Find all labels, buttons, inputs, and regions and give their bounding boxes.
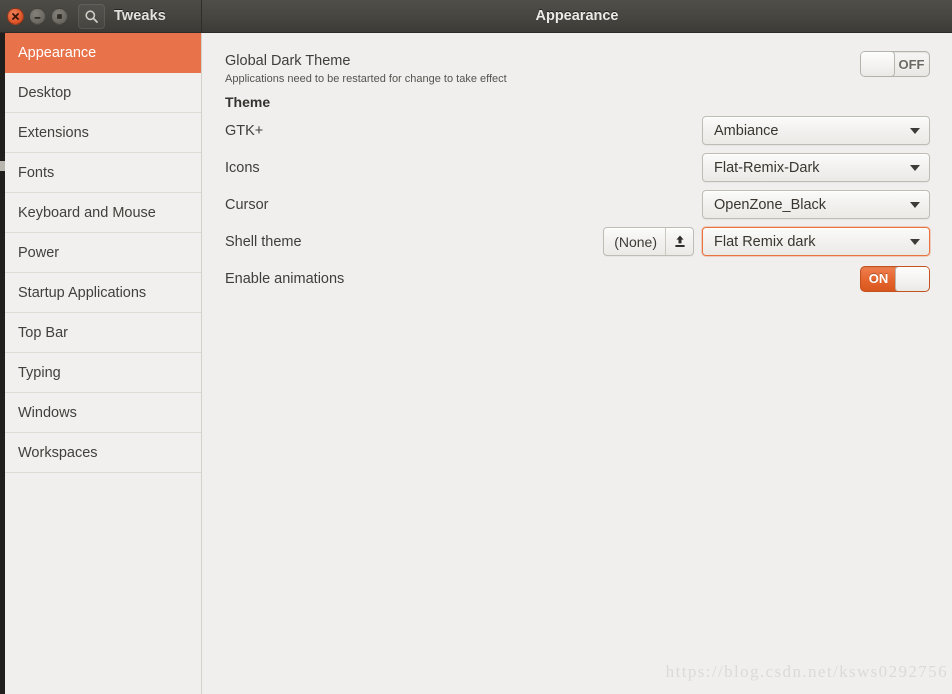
sidebar-item-label: Extensions	[18, 124, 89, 141]
shell-theme-row: Shell theme (None) Flat Remix dark	[225, 223, 930, 260]
sidebar-item-label: Top Bar	[18, 324, 68, 341]
sidebar-item-fonts[interactable]: Fonts	[5, 153, 201, 193]
cursor-theme-value: OpenZone_Black	[714, 196, 827, 213]
gtk-theme-row: GTK+ Ambiance	[225, 112, 930, 149]
sidebar-item-startup-applications[interactable]: Startup Applications	[5, 273, 201, 313]
icons-theme-dropdown[interactable]: Flat-Remix-Dark	[702, 153, 930, 182]
toggle-state-label: ON	[868, 271, 889, 286]
sidebar-item-desktop[interactable]: Desktop	[5, 73, 201, 113]
scrollbar-thumb[interactable]	[0, 161, 5, 171]
cursor-theme-row: Cursor OpenZone_Black	[225, 186, 930, 223]
sidebar-item-label: Desktop	[18, 84, 72, 101]
shell-theme-dropdown[interactable]: Flat Remix dark	[702, 227, 930, 256]
sidebar-item-extensions[interactable]: Extensions	[5, 113, 201, 153]
global-dark-theme-title: Global Dark Theme	[225, 53, 351, 69]
enable-animations-controls: ON	[860, 265, 930, 292]
sidebar-item-label: Windows	[18, 404, 77, 421]
global-dark-theme-row: Global Dark Theme Applications need to b…	[225, 51, 930, 87]
shell-theme-file-name: (None)	[614, 233, 657, 250]
shell-theme-label: Shell theme	[225, 233, 302, 250]
appearance-settings-panel: Global Dark Theme Applications need to b…	[202, 33, 952, 694]
sidebar-item-top-bar[interactable]: Top Bar	[5, 313, 201, 353]
search-button[interactable]	[78, 3, 105, 29]
sidebar-item-label: Appearance	[18, 44, 97, 61]
sidebar-item-workspaces[interactable]: Workspaces	[5, 433, 201, 473]
toggle-knob	[895, 266, 929, 291]
minimize-icon	[34, 16, 41, 19]
shell-theme-upload-button[interactable]	[666, 228, 693, 255]
sidebar-item-windows[interactable]: Windows	[5, 393, 201, 433]
enable-animations-toggle[interactable]: ON	[860, 265, 930, 292]
app-title: Tweaks	[114, 8, 166, 24]
shell-theme-file-chooser[interactable]: (None)	[603, 227, 694, 256]
search-icon	[85, 9, 98, 23]
shell-theme-controls: (None) Flat Remix dark	[603, 227, 930, 256]
tweaks-window: Tweaks Appearance Appearance Desktop Ext…	[0, 0, 952, 694]
chevron-down-icon	[910, 238, 920, 245]
global-dark-theme-description: Applications need to be restarted for ch…	[225, 73, 507, 85]
cursor-theme-controls: OpenZone_Black	[702, 190, 930, 219]
sidebar-item-label: Power	[18, 244, 60, 261]
watermark: https://blog.csdn.net/ksws0292756	[665, 662, 948, 681]
minimize-button[interactable]	[29, 7, 46, 25]
icons-theme-controls: Flat-Remix-Dark	[702, 153, 930, 182]
toggle-state-label: OFF	[898, 56, 925, 72]
sidebar-item-label: Workspaces	[18, 444, 98, 461]
sidebar-item-appearance[interactable]: Appearance	[5, 33, 201, 73]
close-icon	[12, 12, 19, 20]
sidebar-item-typing[interactable]: Typing	[5, 353, 201, 393]
sidebar-item-keyboard-and-mouse[interactable]: Keyboard and Mouse	[5, 193, 201, 233]
toggle-knob	[861, 52, 895, 76]
page-title: Appearance	[535, 8, 619, 24]
shell-theme-value: Flat Remix dark	[714, 233, 816, 250]
enable-animations-row: Enable animations ON	[225, 260, 930, 297]
theme-section-heading: Theme	[225, 94, 271, 110]
gtk-theme-controls: Ambiance	[702, 116, 930, 145]
sidebar-item-label: Keyboard and Mouse	[18, 204, 156, 221]
close-button[interactable]	[7, 7, 24, 25]
titlebar: Tweaks Appearance	[0, 0, 952, 33]
sidebar-item-label: Typing	[18, 364, 61, 381]
icons-theme-label: Icons	[225, 159, 260, 176]
sidebar-item-label: Startup Applications	[18, 284, 147, 301]
titlebar-left-pane: Tweaks	[0, 0, 202, 32]
maximize-icon	[57, 13, 62, 19]
sidebar-scrollbar[interactable]	[0, 33, 5, 694]
gtk-theme-value: Ambiance	[714, 122, 779, 139]
upload-icon	[674, 235, 685, 247]
chevron-down-icon	[910, 164, 920, 171]
gtk-theme-dropdown[interactable]: Ambiance	[702, 116, 930, 145]
window-controls	[7, 7, 68, 25]
chevron-down-icon	[910, 127, 920, 134]
chevron-down-icon	[910, 201, 920, 208]
sidebar-item-power[interactable]: Power	[5, 233, 201, 273]
cursor-theme-label: Cursor	[225, 196, 269, 213]
icons-theme-value: Flat-Remix-Dark	[714, 159, 820, 176]
gtk-theme-label: GTK+	[225, 122, 264, 139]
icons-theme-row: Icons Flat-Remix-Dark	[225, 149, 930, 186]
sidebar: Appearance Desktop Extensions Fonts Keyb…	[5, 33, 202, 694]
cursor-theme-dropdown[interactable]: OpenZone_Black	[702, 190, 930, 219]
sidebar-item-label: Fonts	[18, 164, 55, 181]
global-dark-theme-toggle[interactable]: OFF	[860, 51, 930, 77]
global-dark-theme-texts: Global Dark Theme Applications need to b…	[225, 51, 507, 87]
enable-animations-label: Enable animations	[225, 270, 345, 287]
maximize-button[interactable]	[51, 7, 68, 25]
titlebar-main-pane: Appearance	[202, 0, 952, 32]
window-body: Appearance Desktop Extensions Fonts Keyb…	[0, 33, 952, 694]
